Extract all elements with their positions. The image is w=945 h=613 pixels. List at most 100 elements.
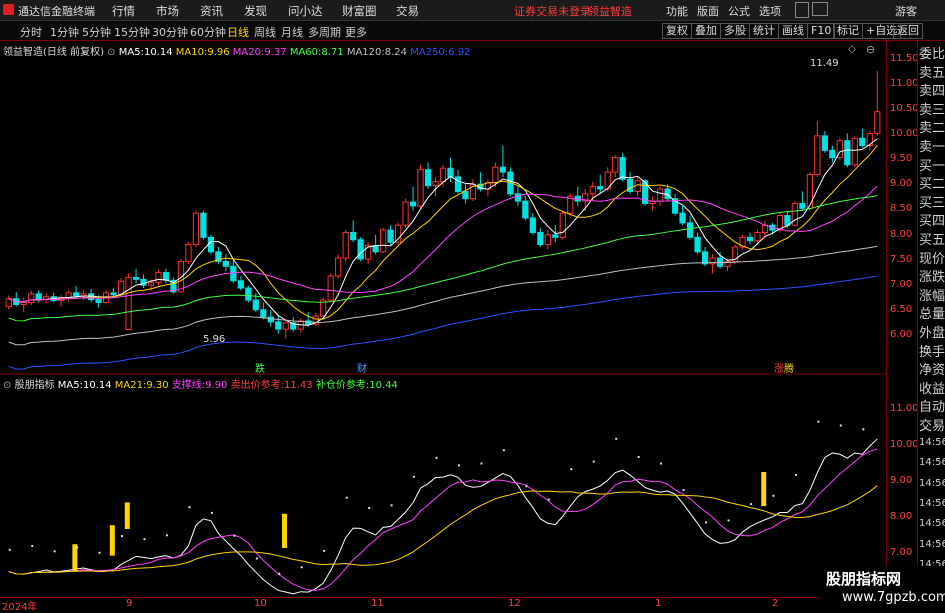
panel-outer-vol: 外盘 xyxy=(919,326,945,341)
panel-change-pct: 涨幅 xyxy=(919,288,945,304)
candle-body xyxy=(342,231,349,259)
buy-ref-value: 10.44 xyxy=(369,380,398,391)
candle-body xyxy=(589,186,596,195)
sell-ref-dot xyxy=(862,428,865,431)
sell-ref-dot xyxy=(413,475,416,478)
sell-ref-dot xyxy=(839,424,842,427)
indicator-name[interactable]: 股朋指标 xyxy=(15,380,55,391)
period-multi[interactable]: 多周期 xyxy=(308,24,341,40)
period-daily[interactable]: 日线 xyxy=(227,24,249,40)
candle-body xyxy=(379,229,387,253)
candle-body xyxy=(522,200,529,219)
candle-body xyxy=(829,149,836,159)
panel-ask4: 卖四 xyxy=(919,84,945,100)
period-tick[interactable]: 分时 xyxy=(20,24,42,40)
sell-ref-dot xyxy=(525,485,528,488)
adjust-button[interactable]: 复权 xyxy=(662,23,692,39)
stats-button[interactable]: 统计 xyxy=(749,23,779,39)
price-axis: 11.50 11.00 10.50 10.00 9.50 9.00 8.50 8… xyxy=(886,41,919,609)
user-guest[interactable]: 游客 xyxy=(895,3,917,19)
menu-discover[interactable]: 发现 xyxy=(244,3,267,19)
period-more[interactable]: 更多 xyxy=(345,24,367,40)
login-alert[interactable]: 证券交易未登录 xyxy=(514,3,591,19)
ma60-label: MA60: xyxy=(289,47,322,58)
overlay-button[interactable]: 叠加 xyxy=(691,23,721,39)
candle-body xyxy=(529,217,536,233)
candle-body xyxy=(559,212,566,238)
ma20-label: MA20: xyxy=(232,47,265,58)
event-finance-label[interactable]: 财 xyxy=(357,360,367,375)
ma120-label: MA120: xyxy=(346,47,385,58)
sell-ref-dot xyxy=(390,504,393,507)
event-up-label[interactable]: 涨腾 xyxy=(774,360,794,375)
indicator-chart[interactable] xyxy=(0,376,886,596)
sell-ref-dot xyxy=(772,494,775,497)
sub-ma21-value: 9.30 xyxy=(146,380,169,391)
event-down-label[interactable]: 跌 xyxy=(255,360,265,375)
menu-assistant[interactable]: 问小达 xyxy=(288,3,323,19)
sell-ref-dot xyxy=(502,449,505,452)
sell-ref-dot xyxy=(255,557,258,560)
period-5min[interactable]: 5分钟 xyxy=(82,24,111,40)
panel-last-price: 现价 xyxy=(919,251,945,267)
menu-market[interactable]: 行情 xyxy=(112,3,135,19)
sub-tick: 11.00 xyxy=(890,403,919,414)
sub-ma21-label: MA21: xyxy=(114,380,147,391)
time-axis: 2024年 9 10 11 12 1 2 xyxy=(0,597,886,613)
candle-body xyxy=(806,174,813,209)
menu-options[interactable]: 选项 xyxy=(759,3,781,19)
sell-ref-dot xyxy=(660,462,663,465)
sell-ref-value: 11.43 xyxy=(284,380,313,391)
stock-title[interactable]: 领益智造(日线 前复权) xyxy=(3,47,104,58)
menu-exchange[interactable]: 市场 xyxy=(156,3,179,19)
back-button[interactable]: 返回 xyxy=(893,23,923,39)
sell-ref-dot xyxy=(76,546,79,549)
menu-formula[interactable]: 公式 xyxy=(728,3,750,19)
period-60min[interactable]: 60分钟 xyxy=(190,24,226,40)
draw-button[interactable]: 画线 xyxy=(778,23,808,39)
period-15min[interactable]: 15分钟 xyxy=(114,24,150,40)
candle-body xyxy=(185,244,192,262)
panel-turnover: 换手 xyxy=(919,344,945,360)
candle-body xyxy=(335,257,342,277)
period-1min[interactable]: 1分钟 xyxy=(50,24,79,40)
sell-ref-dot xyxy=(794,473,797,476)
candlestick-chart[interactable] xyxy=(0,41,886,375)
panel-bid3: 买三 xyxy=(919,195,945,211)
multi-stock-button[interactable]: 多股 xyxy=(720,23,750,39)
candle-body xyxy=(814,135,821,176)
zoom-out-icon[interactable]: ⊖ xyxy=(866,43,875,56)
period-monthly[interactable]: 月线 xyxy=(281,24,303,40)
sell-ref-dot xyxy=(817,420,820,423)
menu-function[interactable]: 功能 xyxy=(666,3,688,19)
panel-time: 14:56 xyxy=(919,477,945,489)
candle-body xyxy=(73,292,80,297)
panel-ask1: 卖一 xyxy=(919,140,945,155)
monitor-icon[interactable] xyxy=(812,2,828,16)
settings-icon[interactable]: ⊙ xyxy=(107,47,115,58)
mark-button[interactable]: 标记 xyxy=(833,23,863,39)
candle-body xyxy=(95,299,102,304)
period-toolbar: 分时 1分钟 5分钟 15分钟 30分钟 60分钟 日线 周线 月线 多周期 更… xyxy=(0,21,945,41)
sell-ref-dot xyxy=(435,456,438,459)
period-weekly[interactable]: 周线 xyxy=(254,24,276,40)
price-tick: 10.00 xyxy=(890,128,919,139)
phone-icon[interactable] xyxy=(795,2,809,18)
sub-legend: ⊙ 股朋指标 MA5:10.14 MA21:9.30 支撑线:9.90 卖出价参… xyxy=(3,376,398,391)
indicator-ma21-line xyxy=(8,485,878,575)
settings-icon[interactable]: ⊙ xyxy=(3,380,11,391)
f10-button[interactable]: F10 xyxy=(807,23,836,39)
ma20-value: 9.37 xyxy=(264,47,287,58)
candle-body xyxy=(447,167,454,178)
menu-layout[interactable]: 版面 xyxy=(697,3,719,19)
diamond-icon[interactable]: ◇ xyxy=(848,44,856,55)
candle-body xyxy=(147,281,155,286)
period-30min[interactable]: 30分钟 xyxy=(152,24,188,40)
price-tick: 11.00 xyxy=(890,78,919,89)
menu-wealth[interactable]: 财富圈 xyxy=(342,3,377,19)
alert-stock-name[interactable]: 领益智造 xyxy=(588,3,632,19)
panel-time: 14:56 xyxy=(919,497,945,509)
menu-news[interactable]: 资讯 xyxy=(200,3,223,19)
candle-body xyxy=(87,293,95,301)
menu-trade[interactable]: 交易 xyxy=(396,3,419,19)
